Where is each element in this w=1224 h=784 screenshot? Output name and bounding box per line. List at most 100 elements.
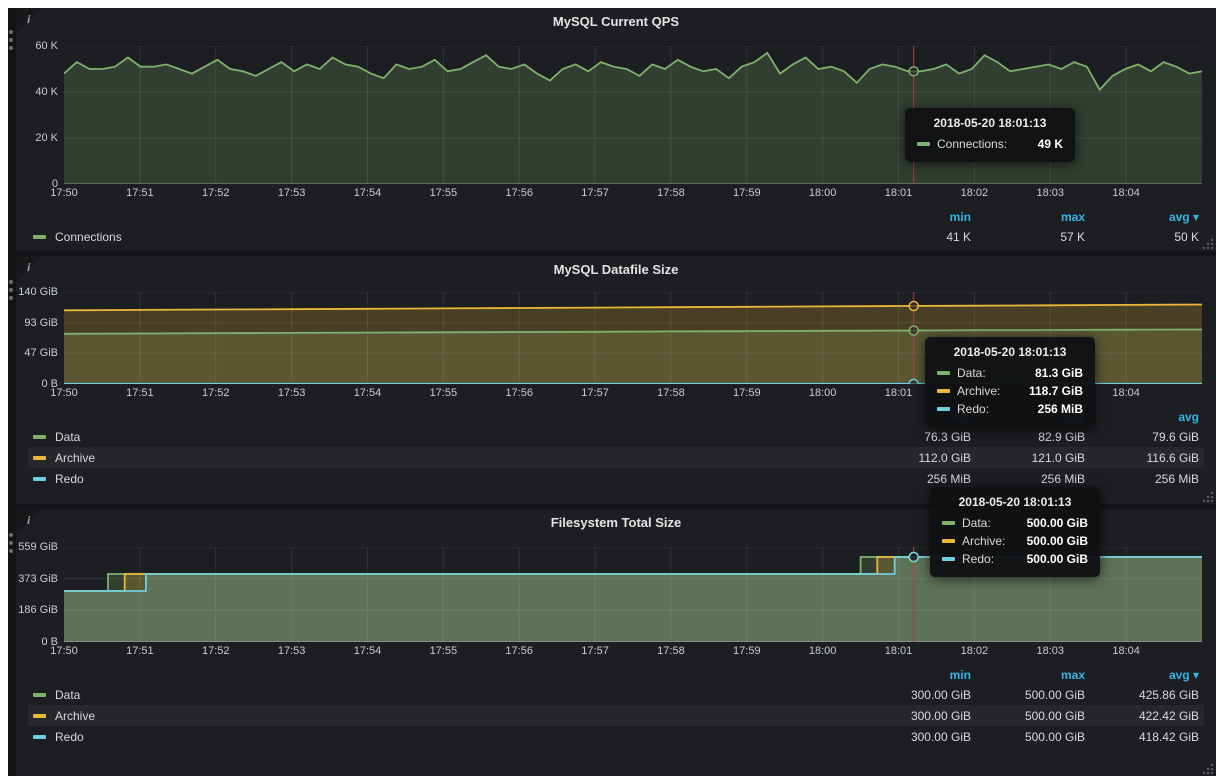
tooltip-timestamp: 2018-05-20 18:01:13 — [937, 345, 1083, 364]
x-tick-label: 17:56 — [505, 387, 533, 399]
legend-max-value: 500.00 GiB — [976, 726, 1090, 747]
x-tick-label: 17:58 — [657, 645, 685, 657]
panel-title[interactable]: MySQL Current QPS — [553, 14, 679, 29]
legend-series-toggle[interactable]: Data — [33, 688, 857, 702]
legend-min-value: 300.00 GiB — [862, 705, 976, 726]
grafana-dashboard: i MySQL Current QPS 60 K40 K20 K0 17:50 1… — [8, 8, 1216, 776]
tooltip-timestamp: 2018-05-20 18:01:13 — [917, 116, 1063, 135]
legend-max-value: 82.9 GiB — [976, 426, 1090, 447]
row-drag-handle[interactable] — [9, 533, 15, 553]
x-tick-label: 17:54 — [354, 387, 382, 399]
x-tick-label: 18:01 — [885, 645, 913, 657]
legend-row: Redo256 MiB256 MiB256 MiB — [28, 468, 1204, 489]
x-tick-label: 17:59 — [733, 187, 761, 199]
legend-header-spacer — [28, 408, 862, 426]
series-name-label: Connections — [55, 230, 122, 244]
x-tick-label: 17:50 — [50, 645, 78, 657]
legend-row: Redo300.00 GiB500.00 GiB418.42 GiB — [28, 726, 1204, 747]
legend-sort-min[interactable]: min — [862, 208, 976, 226]
x-tick-label: 17:52 — [202, 187, 230, 199]
legend-series-toggle[interactable]: Connections — [33, 230, 857, 244]
tooltip-row: Archive:500.00 GiB — [942, 532, 1088, 550]
legend-max-value: 500.00 GiB — [976, 684, 1090, 705]
tooltip-series-label: Archive: — [962, 534, 1005, 548]
legend-series-toggle[interactable]: Archive — [33, 451, 857, 465]
legend-max-value: 57 K — [976, 226, 1090, 247]
y-axis: 559 GiB373 GiB186 GiB0 B — [16, 547, 64, 642]
legend-header-spacer — [28, 666, 862, 684]
legend-sort-min[interactable]: min — [862, 666, 976, 684]
x-axis: 17:5017:5117:5217:5317:5417:5517:5617:57… — [64, 184, 1202, 202]
info-icon[interactable]: i — [27, 12, 30, 26]
series-name-label: Data — [55, 430, 80, 444]
legend-header-spacer — [28, 208, 862, 226]
series-color-dash-icon — [917, 142, 930, 146]
x-tick-label: 18:02 — [961, 187, 989, 199]
legend-sort-avg[interactable]: avg ▾ — [1090, 666, 1204, 684]
legend-min-value: 300.00 GiB — [862, 726, 976, 747]
x-tick-label: 18:00 — [809, 387, 837, 399]
info-icon[interactable]: i — [27, 260, 30, 274]
sort-caret-icon: ▾ — [1193, 668, 1199, 682]
row-drag-handle[interactable] — [9, 280, 15, 300]
legend-series-toggle[interactable]: Data — [33, 430, 857, 444]
x-tick-label: 17:58 — [657, 387, 685, 399]
panel-header[interactable]: i MySQL Current QPS — [16, 8, 1216, 34]
y-tick-label: 186 GiB — [18, 604, 58, 616]
x-tick-label: 18:03 — [1037, 645, 1065, 657]
series-color-dash-icon — [33, 235, 46, 239]
legend-sort-avg[interactable]: avg ▾ — [1090, 208, 1204, 226]
panel-title[interactable]: Filesystem Total Size — [551, 515, 682, 530]
legend-row: Data76.3 GiB82.9 GiB79.6 GiB — [28, 426, 1204, 447]
series-name-label: Data — [55, 688, 80, 702]
x-tick-label: 17:53 — [278, 645, 306, 657]
x-tick-label: 18:02 — [961, 645, 989, 657]
legend-sort-max[interactable]: max — [976, 208, 1090, 226]
y-tick-label: 60 K — [35, 40, 58, 52]
legend-sort-max[interactable]: max — [976, 666, 1090, 684]
panel-resize-grip-icon[interactable] — [1202, 491, 1214, 503]
row-drag-handle[interactable] — [9, 30, 15, 50]
y-tick-label: 140 GiB — [18, 286, 58, 298]
series-color-dash-icon — [937, 389, 950, 393]
tooltip-series-label: Connections: — [937, 137, 1007, 151]
panel-resize-grip-icon[interactable] — [1202, 238, 1214, 250]
legend-series-toggle[interactable]: Redo — [33, 730, 857, 744]
x-tick-label: 17:51 — [126, 187, 154, 199]
sort-caret-icon: ▾ — [1193, 210, 1199, 224]
y-tick-label: 93 GiB — [24, 317, 58, 329]
tooltip-row: Redo:256 MiB — [937, 400, 1083, 418]
panel-resize-grip-icon[interactable] — [1202, 763, 1214, 775]
y-axis: 140 GiB93 GiB47 GiB0 B — [16, 292, 64, 384]
legend-series-toggle[interactable]: Redo — [33, 472, 857, 486]
legend-row: Archive300.00 GiB500.00 GiB422.42 GiB — [28, 705, 1204, 726]
x-tick-label: 18:01 — [885, 387, 913, 399]
x-tick-label: 17:52 — [202, 387, 230, 399]
x-tick-label: 18:00 — [809, 187, 837, 199]
hover-marker — [909, 67, 918, 76]
y-axis: 60 K40 K20 K0 — [16, 46, 64, 184]
tooltip-series-label: Redo: — [962, 552, 994, 566]
panel-header[interactable]: i MySQL Datafile Size — [16, 256, 1216, 282]
legend-avg-value: 116.6 GiB — [1090, 447, 1204, 468]
panel-title[interactable]: MySQL Datafile Size — [554, 262, 679, 277]
x-tick-label: 18:00 — [809, 645, 837, 657]
x-tick-label: 17:57 — [581, 187, 609, 199]
series-color-dash-icon — [33, 735, 46, 739]
x-tick-label: 18:01 — [885, 187, 913, 199]
legend-max-value: 121.0 GiB — [976, 447, 1090, 468]
hover-tooltip: 2018-05-20 18:01:13 Data:500.00 GiBArchi… — [930, 487, 1100, 577]
info-icon[interactable]: i — [27, 513, 30, 527]
legend-series-toggle[interactable]: Archive — [33, 709, 857, 723]
legend-table: min max avg ▾ Connections41 K57 K50 K — [28, 208, 1204, 247]
tooltip-series-label: Data: — [957, 366, 986, 380]
tooltip-row: Data:500.00 GiB — [942, 514, 1088, 532]
legend-sort-avg[interactable]: avg — [1090, 408, 1204, 426]
legend-avg-value: 425.86 GiB — [1090, 684, 1204, 705]
series-color-dash-icon — [942, 557, 955, 561]
series-color-dash-icon — [942, 539, 955, 543]
x-tick-label: 17:54 — [354, 645, 382, 657]
hover-tooltip: 2018-05-20 18:01:13 Data:81.3 GiBArchive… — [925, 337, 1095, 427]
x-tick-label: 17:55 — [430, 645, 458, 657]
series-color-dash-icon — [33, 714, 46, 718]
